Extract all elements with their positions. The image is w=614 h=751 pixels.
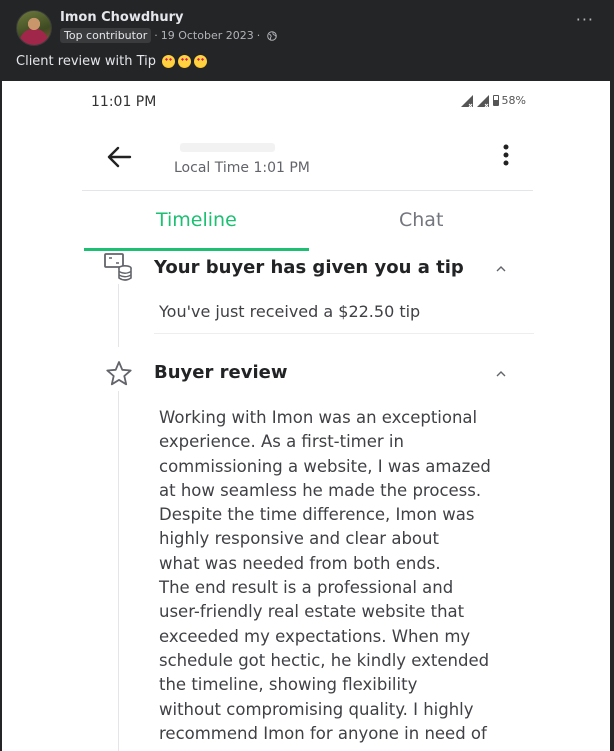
chevron-up-icon[interactable] [494, 369, 508, 379]
meta-separator: · [154, 29, 158, 42]
top-contributor-badge[interactable]: Top contributor [60, 28, 152, 43]
review-line: at how seamless he made the process. [159, 480, 482, 500]
phone-screenshot: 11:01 PM 58% Local Time 1:01 PM Timeline… [2, 81, 610, 751]
review-line: The end result is a professional and [159, 578, 454, 598]
review-line: experience. As a first-timer in [159, 432, 404, 452]
active-tab-indicator [84, 248, 309, 251]
review-line: recommend Imon for anyone in need of [159, 723, 487, 743]
kebab-menu-icon[interactable] [498, 143, 514, 167]
timeline-connector [118, 391, 119, 751]
local-time: Local Time 1:01 PM [174, 160, 310, 176]
caption-text: Client review with Tip [16, 54, 157, 69]
post-meta: Top contributor · 19 October 2023 · [60, 28, 278, 43]
star-struck-emoji [162, 55, 176, 68]
row-divider [154, 333, 534, 334]
signal-icon [460, 94, 473, 107]
status-time: 11:01 PM [91, 94, 157, 110]
review-line: commissioning a website, I was amazed [159, 456, 491, 476]
tip-money-icon [104, 253, 132, 281]
review-text: Working with Imon was an exceptional exp… [159, 406, 519, 746]
review-line: Working with Imon was an exceptional [159, 408, 478, 427]
smiling-face-with-hearts-emoji [178, 55, 192, 68]
review-line: exceeded my expectations. When my [159, 626, 471, 646]
tab-chat[interactable]: Chat [399, 209, 443, 231]
globe-icon [267, 30, 278, 41]
review-line: highly responsive and clear about [159, 529, 439, 549]
tab-timeline[interactable]: Timeline [156, 209, 237, 231]
review-line: without compromising quality. I highly [159, 699, 474, 719]
author-name[interactable]: Imon Chowdhury [60, 10, 184, 25]
star-icon [106, 361, 132, 386]
battery-percent: 58% [501, 94, 526, 107]
meta-separator-2: · [256, 29, 261, 42]
review-line: the timeline, showing flexibility [159, 675, 418, 695]
tip-amount-text: You've just received a $22.50 tip [159, 302, 421, 321]
avatar[interactable] [16, 10, 52, 46]
review-line: Despite the time difference, Imon was [159, 505, 475, 525]
back-arrow-icon[interactable] [106, 145, 132, 169]
header-divider [82, 190, 533, 191]
timeline-connector [118, 284, 119, 347]
event-title: Buyer review [154, 362, 288, 383]
post-caption: Client review with Tip [16, 54, 208, 69]
post-header: Imon Chowdhury Top contributor · 19 Octo… [0, 0, 614, 81]
post-date[interactable]: 19 October 2023 [161, 29, 254, 42]
blurred-buyer-name [180, 143, 275, 152]
more-options-button[interactable]: ··· [576, 12, 594, 28]
battery-icon [492, 95, 499, 106]
review-line: user-friendly real estate website that [159, 602, 465, 622]
status-icons: 58% [460, 94, 526, 107]
chevron-up-icon[interactable] [494, 264, 508, 274]
signal-icon [476, 94, 489, 107]
review-line: schedule got hectic, he kindly extended [159, 650, 490, 670]
star-struck-emoji [194, 55, 208, 68]
event-title: Your buyer has given you a tip [154, 257, 464, 278]
review-line: what was needed from both ends. [159, 553, 441, 573]
